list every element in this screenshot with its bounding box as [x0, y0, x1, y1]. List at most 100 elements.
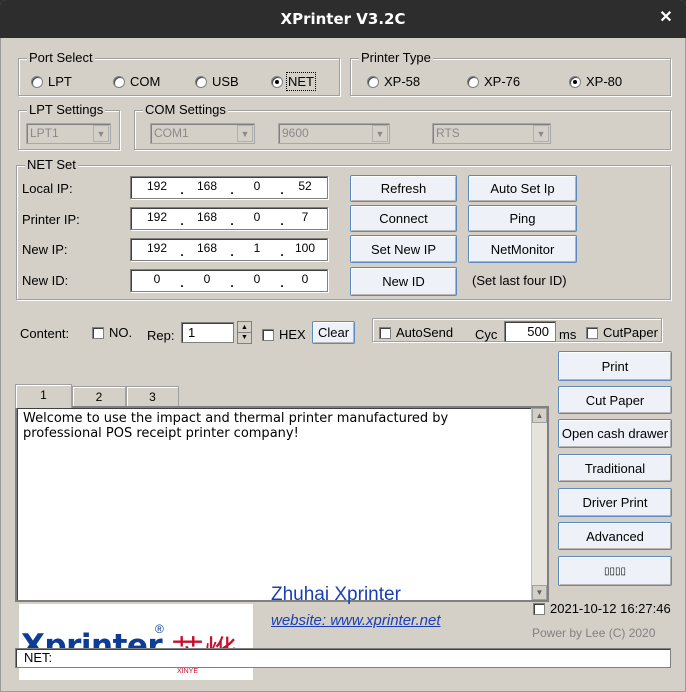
- tab-3[interactable]: 3: [126, 386, 179, 408]
- spin-down-icon[interactable]: ▼: [238, 333, 251, 343]
- new-id-button[interactable]: New ID: [350, 267, 457, 296]
- logo-sub-text: XINYE: [177, 668, 199, 675]
- combo-value: LPT1: [30, 126, 59, 140]
- radio-dot: [195, 75, 207, 88]
- radio-dot: [367, 75, 379, 88]
- spin-up-icon[interactable]: ▲: [238, 322, 251, 333]
- ip-octet[interactable]: 0: [237, 210, 277, 224]
- tab-2[interactable]: 2: [72, 386, 126, 408]
- website-link[interactable]: website: www.xprinter.net: [271, 612, 441, 629]
- ip-octet[interactable]: 0: [237, 272, 277, 286]
- radio-net[interactable]: NET: [271, 72, 316, 91]
- power-by-text: Power by Lee (C) 2020: [532, 626, 656, 640]
- rep-label: Rep:: [147, 328, 175, 343]
- title-bar[interactable]: XPrinter V3.2C ✕: [0, 0, 686, 38]
- cutpaper-checkbox[interactable]: CutPaper: [586, 325, 658, 340]
- ip-octet[interactable]: 0: [285, 272, 325, 286]
- radio-label: XP-58: [384, 74, 421, 89]
- ip-dot: .: [180, 214, 184, 228]
- ip-octet[interactable]: 0: [187, 272, 227, 286]
- ip-octet[interactable]: 168: [187, 210, 227, 224]
- auto-set-ip-button[interactable]: Auto Set Ip: [468, 175, 577, 202]
- print-button[interactable]: Print: [558, 351, 672, 381]
- radio-xp58[interactable]: XP-58: [367, 74, 420, 89]
- ip-octet[interactable]: 168: [187, 241, 227, 255]
- chevron-down-icon[interactable]: ▼: [237, 125, 253, 142]
- ip-dot: .: [230, 245, 234, 259]
- rep-spinner[interactable]: ▲ ▼: [237, 321, 252, 344]
- connect-button[interactable]: Connect: [350, 205, 457, 232]
- chevron-down-icon[interactable]: ▼: [93, 125, 109, 142]
- scroll-down-icon[interactable]: ▼: [532, 585, 547, 600]
- new-ip-label: New IP:: [22, 242, 68, 257]
- port-select-legend: Port Select: [27, 50, 95, 66]
- ip-dot: .: [230, 214, 234, 228]
- ip-dot: .: [180, 183, 184, 197]
- new-ip-input[interactable]: 192. 168. 1. 100: [130, 238, 328, 261]
- no-checkbox[interactable]: NO.: [92, 325, 132, 340]
- ip-octet[interactable]: 192: [137, 241, 177, 255]
- tab-1[interactable]: 1: [15, 384, 72, 408]
- traditional-button[interactable]: Traditional: [558, 454, 672, 482]
- language-button[interactable]: ▯▯▯▯: [558, 556, 672, 586]
- printer-ip-input[interactable]: 192. 168. 0. 7: [130, 207, 328, 230]
- ip-octet[interactable]: 192: [137, 210, 177, 224]
- ip-octet[interactable]: 0: [137, 272, 177, 286]
- scroll-up-icon[interactable]: ▲: [532, 408, 547, 423]
- chevron-down-icon[interactable]: ▼: [372, 125, 388, 142]
- ip-octet[interactable]: 52: [285, 179, 325, 193]
- lpt-settings-legend: LPT Settings: [27, 102, 106, 118]
- radio-lpt[interactable]: LPT: [31, 74, 72, 89]
- ip-octet[interactable]: 1: [237, 241, 277, 255]
- radio-com[interactable]: COM: [113, 74, 160, 89]
- ip-octet[interactable]: 7: [285, 210, 325, 224]
- com-port-select[interactable]: COM1 ▼: [150, 123, 255, 144]
- radio-usb[interactable]: USB: [195, 74, 239, 89]
- cyc-input[interactable]: 500: [504, 321, 556, 342]
- logo-registered-mark: ®: [155, 622, 164, 636]
- set-new-ip-button[interactable]: Set New IP: [350, 235, 457, 263]
- refresh-button[interactable]: Refresh: [350, 175, 457, 202]
- printer-type-legend: Printer Type: [359, 50, 433, 66]
- flow-control-select[interactable]: RTS ▼: [432, 123, 551, 144]
- radio-xp76[interactable]: XP-76: [467, 74, 520, 89]
- print-content-text: Welcome to use the impact and thermal pr…: [23, 411, 449, 441]
- cut-paper-button[interactable]: Cut Paper: [558, 386, 672, 414]
- radio-label: LPT: [48, 74, 72, 89]
- ip-octet[interactable]: 168: [187, 179, 227, 193]
- radio-label: COM: [130, 74, 161, 89]
- local-ip-input[interactable]: 192. 168. 0. 52: [130, 176, 328, 199]
- ip-octet[interactable]: 100: [285, 241, 325, 255]
- net-monitor-button[interactable]: NetMonitor: [468, 235, 577, 263]
- baud-rate-select[interactable]: 9600 ▼: [278, 123, 390, 144]
- checkbox-box: [586, 326, 598, 339]
- lpt-port-select[interactable]: LPT1 ▼: [26, 123, 111, 144]
- radio-xp80[interactable]: XP-80: [569, 74, 622, 89]
- vertical-scrollbar[interactable]: ▲ ▼: [531, 408, 547, 600]
- checkbox-label: NO.: [109, 325, 133, 340]
- new-id-input[interactable]: 0. 0. 0. 0: [130, 269, 328, 292]
- datetime-checkbox[interactable]: 2021-10-12 16:27:46: [533, 601, 671, 616]
- clear-button[interactable]: Clear: [312, 321, 355, 344]
- close-icon[interactable]: ✕: [656, 8, 676, 28]
- app-window: XPrinter V3.2C ✕ Port Select LPT COM USB…: [0, 0, 686, 692]
- datetime-text: 2021-10-12 16:27:46: [550, 601, 671, 616]
- com-settings-legend: COM Settings: [143, 102, 228, 118]
- chevron-down-icon[interactable]: ▼: [533, 125, 549, 142]
- driver-print-button[interactable]: Driver Print: [558, 488, 672, 517]
- autosend-checkbox[interactable]: AutoSend: [379, 325, 453, 340]
- combo-value: 9600: [282, 126, 309, 140]
- advanced-button[interactable]: Advanced: [558, 522, 672, 550]
- hex-checkbox[interactable]: HEX: [262, 327, 306, 342]
- ip-octet[interactable]: 192: [137, 179, 177, 193]
- combo-value: COM1: [154, 126, 189, 140]
- checkbox-box: [533, 602, 545, 615]
- open-cash-drawer-button[interactable]: Open cash drawer: [558, 419, 672, 448]
- checkbox-label: AutoSend: [396, 325, 454, 340]
- ip-octet[interactable]: 0: [237, 179, 277, 193]
- ip-dot: .: [230, 276, 234, 290]
- ping-button[interactable]: Ping: [468, 205, 577, 232]
- set-last-four-id-hint: (Set last four ID): [472, 273, 567, 288]
- print-content-textarea[interactable]: Welcome to use the impact and thermal pr…: [15, 406, 549, 602]
- rep-input[interactable]: 1: [181, 322, 234, 343]
